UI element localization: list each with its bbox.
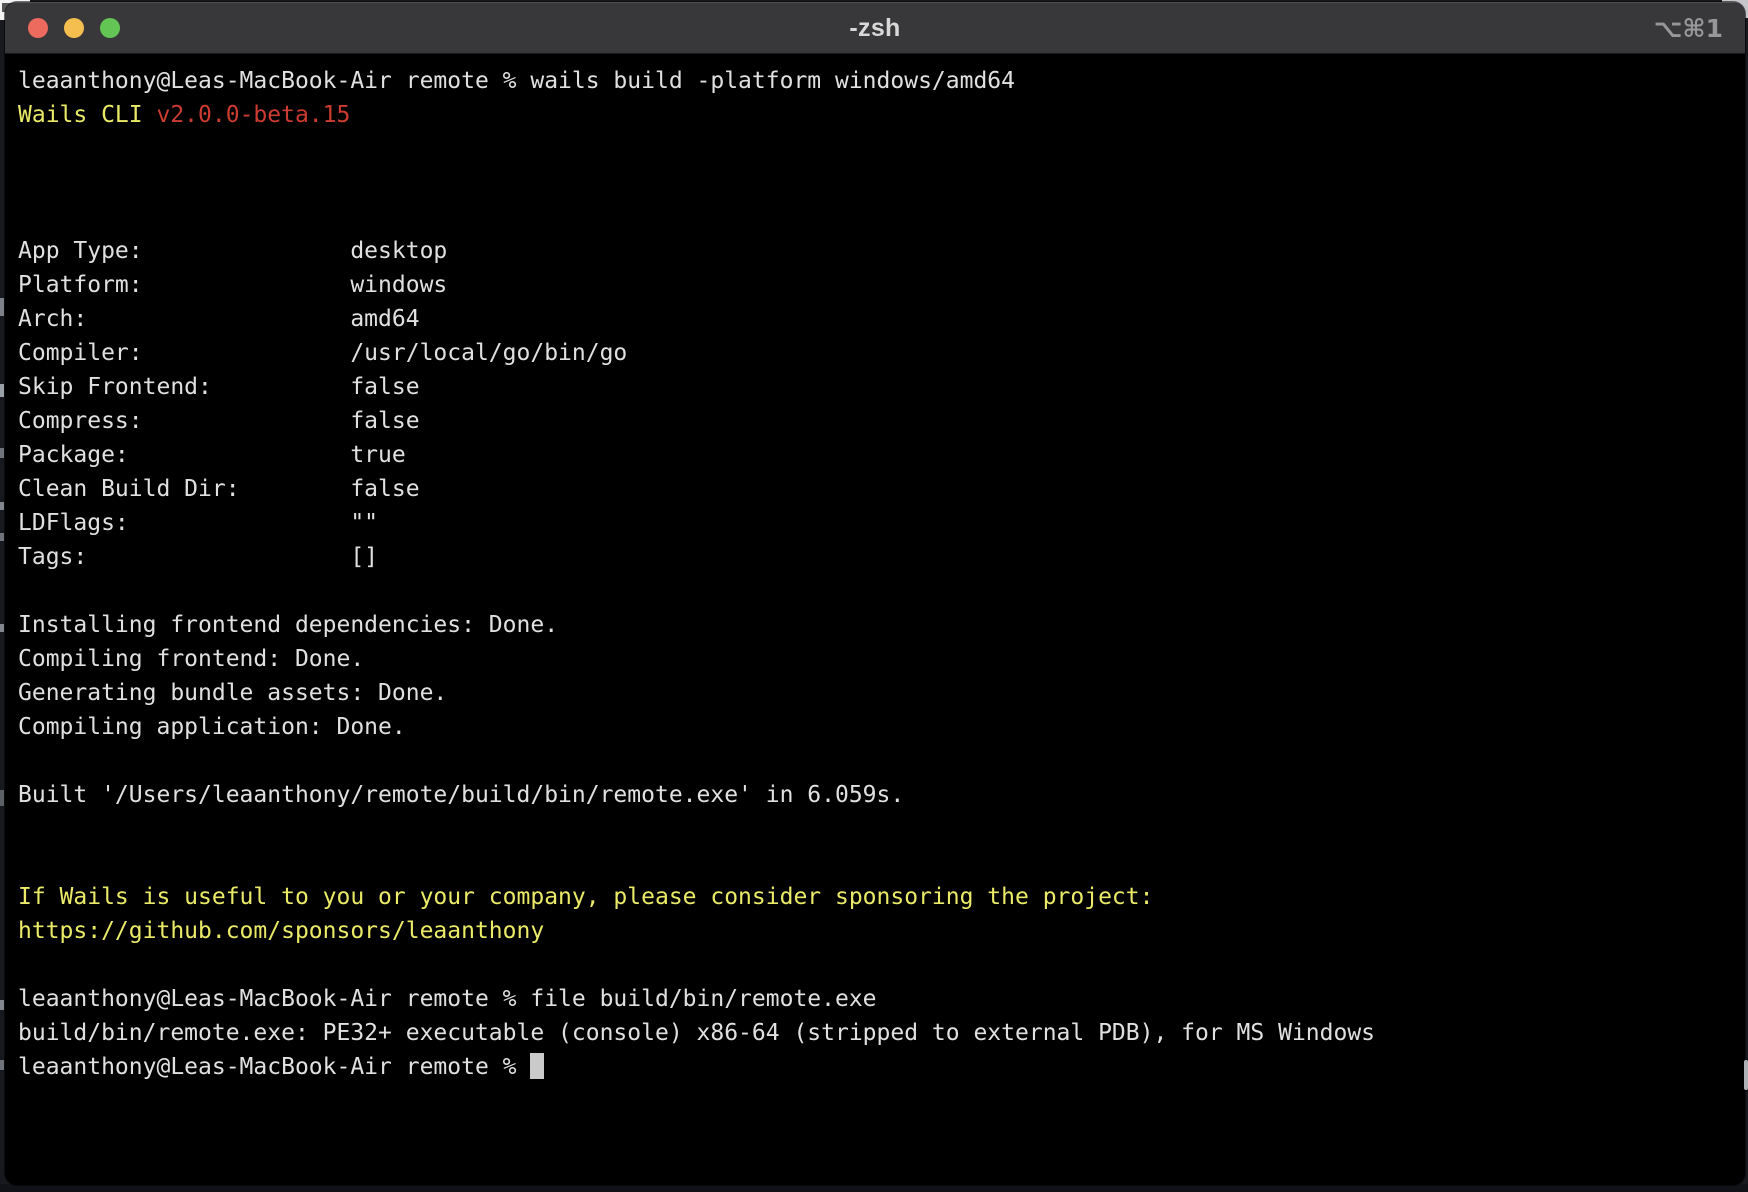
keyboard-shortcut-badge: ⌥⌘1	[1654, 2, 1723, 54]
terminal-text-segment: Compiler: /usr/local/go/bin/go	[18, 340, 627, 366]
terminal-line: Generating bundle assets: Done.	[18, 676, 1739, 710]
terminal-line: leaanthony@Leas-MacBook-Air remote % wai…	[18, 64, 1739, 98]
terminal-line: Compiling frontend: Done.	[18, 642, 1739, 676]
terminal-text-segment: build/bin/remote.exe: PE32+ executable (…	[18, 1020, 1375, 1046]
terminal-line	[18, 200, 1739, 234]
terminal-line: Compiling application: Done.	[18, 710, 1739, 744]
terminal-text-segment: Compress: false	[18, 408, 420, 434]
terminal-line	[18, 166, 1739, 200]
terminal-text-segment: Compiling frontend: Done.	[18, 646, 364, 672]
terminal-text-segment: Package: true	[18, 442, 406, 468]
terminal-text-segment: leaanthony@Leas-MacBook-Air remote % wai…	[18, 68, 1015, 94]
terminal-text-segment: Compiling application: Done.	[18, 714, 406, 740]
terminal-output[interactable]: leaanthony@Leas-MacBook-Air remote % wai…	[5, 54, 1745, 1084]
terminal-line: Compiler: /usr/local/go/bin/go	[18, 336, 1739, 370]
terminal-text-segment: Generating bundle assets: Done.	[18, 680, 447, 706]
background-window-artifact	[0, 502, 4, 510]
terminal-window: -zsh ⌥⌘1 leaanthony@Leas-MacBook-Air rem…	[5, 2, 1745, 1185]
terminal-text-segment: leaanthony@Leas-MacBook-Air remote % fil…	[18, 986, 877, 1012]
terminal-text-segment: Platform: windows	[18, 272, 447, 298]
terminal-line	[18, 812, 1739, 846]
terminal-line: Tags: []	[18, 540, 1739, 574]
terminal-text-segment: Installing frontend dependencies: Done.	[18, 612, 558, 638]
terminal-cursor	[530, 1053, 544, 1079]
terminal-text-segment: Tags: []	[18, 544, 378, 570]
terminal-line	[18, 846, 1739, 880]
terminal-text-segment: https://github.com/sponsors/leaanthony	[18, 918, 544, 944]
background-window-artifact	[0, 298, 4, 316]
background-window-artifact	[0, 790, 4, 806]
background-window-artifact	[0, 1000, 4, 1010]
terminal-line: LDFlags: ""	[18, 506, 1739, 540]
terminal-line: Wails CLI v2.0.0-beta.15	[18, 98, 1739, 132]
terminal-line	[18, 574, 1739, 608]
terminal-line: build/bin/remote.exe: PE32+ executable (…	[18, 1016, 1739, 1050]
terminal-line: https://github.com/sponsors/leaanthony	[18, 914, 1739, 948]
terminal-line: Arch: amd64	[18, 302, 1739, 336]
background-scrollbar-thumb	[1744, 1060, 1748, 1090]
terminal-text-segment: leaanthony@Leas-MacBook-Air remote %	[18, 1054, 530, 1080]
terminal-text-segment: Built '/Users/leaanthony/remote/build/bi…	[18, 782, 904, 808]
terminal-text-segment: Arch: amd64	[18, 306, 420, 332]
background-window-artifact	[0, 448, 4, 458]
terminal-line	[18, 744, 1739, 778]
desktop-edge	[0, 1184, 1748, 1192]
terminal-line: leaanthony@Leas-MacBook-Air remote %	[18, 1050, 1739, 1084]
background-window-artifact	[0, 624, 4, 632]
title-bar[interactable]: -zsh ⌥⌘1	[5, 2, 1745, 54]
terminal-line: Platform: windows	[18, 268, 1739, 302]
terminal-text-segment: Clean Build Dir: false	[18, 476, 420, 502]
terminal-line	[18, 132, 1739, 166]
terminal-text-segment: Skip Frontend: false	[18, 374, 420, 400]
terminal-text-segment: LDFlags: ""	[18, 510, 378, 536]
terminal-line: Clean Build Dir: false	[18, 472, 1739, 506]
terminal-line: Package: true	[18, 438, 1739, 472]
window-title: -zsh	[5, 14, 1745, 43]
terminal-text-segment: If Wails is useful to you or your compan…	[18, 884, 1153, 910]
terminal-line: App Type: desktop	[18, 234, 1739, 268]
terminal-line: Compress: false	[18, 404, 1739, 438]
terminal-line: Skip Frontend: false	[18, 370, 1739, 404]
background-window-artifact	[0, 1060, 4, 1070]
terminal-line	[18, 948, 1739, 982]
terminal-line: Installing frontend dependencies: Done.	[18, 608, 1739, 642]
terminal-line: leaanthony@Leas-MacBook-Air remote % fil…	[18, 982, 1739, 1016]
terminal-text-segment: v2.0.0-beta.15	[156, 102, 350, 128]
terminal-text-segment: Wails CLI	[18, 102, 156, 128]
terminal-line: If Wails is useful to you or your compan…	[18, 880, 1739, 914]
background-window-artifact	[0, 384, 4, 397]
background-window-artifact	[0, 533, 4, 541]
terminal-line: Built '/Users/leaanthony/remote/build/bi…	[18, 778, 1739, 812]
terminal-text-segment: App Type: desktop	[18, 238, 447, 264]
